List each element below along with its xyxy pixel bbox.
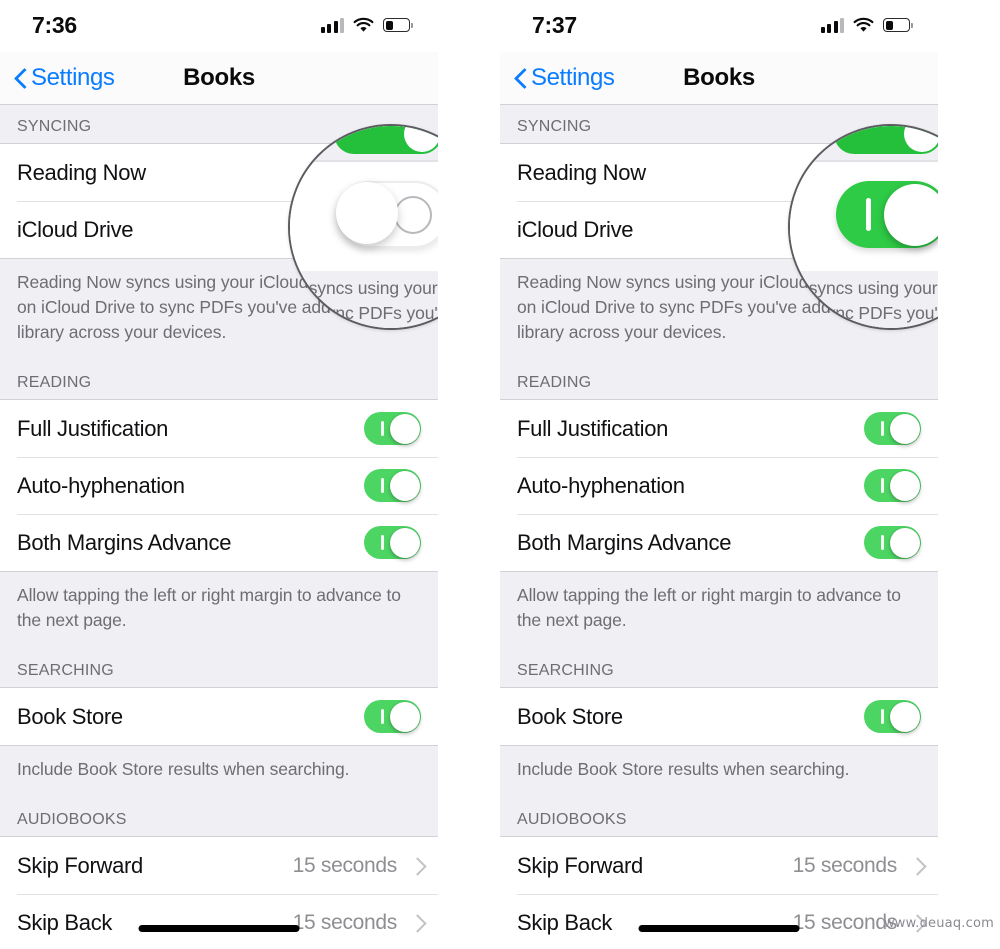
wifi-icon (353, 17, 374, 33)
magnified-toggle-reading-now (834, 126, 938, 154)
row-value: 15 seconds (792, 853, 898, 877)
row-value: 15 seconds (792, 910, 898, 934)
row-skip-forward[interactable]: Skip Forward 15 seconds (500, 837, 938, 894)
group-reading: Full Justification Auto-hyphenation Both… (0, 399, 438, 572)
magnified-separator (790, 160, 938, 162)
status-bar-clock: 7:36 (32, 12, 77, 38)
battery-icon (383, 18, 413, 32)
group-searching: Book Store (500, 687, 938, 746)
home-indicator (138, 925, 300, 932)
row-label: Book Store (517, 703, 623, 729)
row-label: Full Justification (17, 415, 169, 441)
chevron-right-icon (911, 857, 921, 875)
toggle-auto-hyphenation[interactable] (864, 469, 921, 502)
status-bar: 7:37 (500, 0, 938, 52)
toggle-both-margins-advance[interactable] (364, 526, 421, 559)
page-title: Books (683, 64, 755, 91)
status-bar-icons (820, 14, 913, 36)
section-header-reading: READING (0, 361, 438, 399)
magnified-toggle-icloud-drive[interactable] (836, 181, 938, 248)
magnified-footer-line-2: iCloud Drive to sync PDFs you've added t… (290, 303, 438, 323)
page-title: Books (183, 64, 255, 91)
toggle-full-justification[interactable] (364, 412, 421, 445)
row-auto-hyphenation[interactable]: Auto-hyphenation (0, 457, 438, 514)
row-skip-back[interactable]: Skip Back 15 seconds (0, 894, 438, 949)
section-header-audiobooks: AUDIOBOOKS (500, 798, 938, 836)
section-header-searching: SEARCHING (0, 649, 438, 687)
magnified-toggle-reading-now (334, 126, 438, 154)
section-header-reading: READING (500, 361, 938, 399)
row-label: Auto-hyphenation (17, 472, 185, 498)
toggle-book-store[interactable] (864, 700, 921, 733)
toggle-full-justification[interactable] (864, 412, 921, 445)
section-header-searching: SEARCHING (500, 649, 938, 687)
magnified-footer-line-1: Reading Now syncs using your iCloud ac (790, 278, 938, 298)
home-indicator (638, 925, 800, 932)
group-reading: Full Justification Auto-hyphenation Both… (500, 399, 938, 572)
status-bar: 7:36 (0, 0, 438, 52)
group-searching: Book Store (0, 687, 438, 746)
cellular-signal-icon (820, 17, 844, 33)
row-label: Both Margins Advance (517, 529, 732, 555)
footer-note-reading: Allow tapping the left or right margin t… (500, 572, 938, 649)
magnified-footer-line-2: iCloud Drive to sync PDFs you've added t… (790, 303, 938, 323)
row-full-justification[interactable]: Full Justification (500, 400, 938, 457)
row-skip-forward[interactable]: Skip Forward 15 seconds (0, 837, 438, 894)
navigation-bar: Settings Books (0, 52, 438, 105)
chevron-right-icon (411, 857, 421, 875)
group-audiobooks: Skip Forward 15 seconds Skip Back 15 sec… (500, 836, 938, 949)
toggle-auto-hyphenation[interactable] (364, 469, 421, 502)
phone-screen-after: 7:37 Settings Books SYNCING Reading Now (500, 0, 938, 949)
chevron-right-icon (411, 914, 421, 932)
row-book-store[interactable]: Book Store (500, 688, 938, 745)
navigation-bar: Settings Books (500, 52, 938, 105)
magnifier-callout-off: Reading Now syncs using your iCloud ac i… (288, 124, 438, 330)
cellular-signal-icon (320, 17, 344, 33)
magnified-toggle-icloud-drive[interactable] (336, 181, 438, 248)
status-bar-clock: 7:37 (532, 12, 577, 38)
row-label: Full Justification (517, 415, 669, 441)
row-both-margins-advance[interactable]: Both Margins Advance (0, 514, 438, 571)
row-label: Book Store (17, 703, 123, 729)
comparison-screenshot: 7:36 Settings Books SYNCING Reading Now (0, 0, 1000, 949)
section-header-audiobooks: AUDIOBOOKS (0, 798, 438, 836)
toggle-book-store[interactable] (364, 700, 421, 733)
row-label: Auto-hyphenation (517, 472, 685, 498)
battery-icon (883, 18, 913, 32)
magnifier-content: Reading Now syncs using your iCloud ac i… (290, 126, 438, 328)
wifi-icon (853, 17, 874, 33)
magnifier-content: Reading Now syncs using your iCloud ac i… (790, 126, 938, 328)
row-both-margins-advance[interactable]: Both Margins Advance (500, 514, 938, 571)
row-auto-hyphenation[interactable]: Auto-hyphenation (500, 457, 938, 514)
footer-note-reading: Allow tapping the left or right margin t… (0, 572, 438, 649)
site-watermark: www.deuaq.com (883, 916, 994, 931)
row-full-justification[interactable]: Full Justification (0, 400, 438, 457)
magnifier-callout-on: Reading Now syncs using your iCloud ac i… (788, 124, 938, 330)
row-value: 15 seconds (292, 910, 398, 934)
row-label: Skip Forward (17, 852, 143, 878)
group-audiobooks: Skip Forward 15 seconds Skip Back 15 sec… (0, 836, 438, 949)
row-label: Skip Forward (517, 852, 643, 878)
phone-screen-before: 7:36 Settings Books SYNCING Reading Now (0, 0, 438, 949)
row-value: 15 seconds (292, 853, 398, 877)
status-bar-icons (320, 14, 413, 36)
footer-note-searching: Include Book Store results when searchin… (500, 746, 938, 798)
row-skip-back[interactable]: Skip Back 15 seconds (500, 894, 938, 949)
toggle-both-margins-advance[interactable] (864, 526, 921, 559)
footer-note-searching: Include Book Store results when searchin… (0, 746, 438, 798)
magnified-footer-line-1: Reading Now syncs using your iCloud ac (290, 278, 438, 298)
magnified-separator (290, 160, 438, 162)
row-label: Both Margins Advance (17, 529, 232, 555)
row-book-store[interactable]: Book Store (0, 688, 438, 745)
